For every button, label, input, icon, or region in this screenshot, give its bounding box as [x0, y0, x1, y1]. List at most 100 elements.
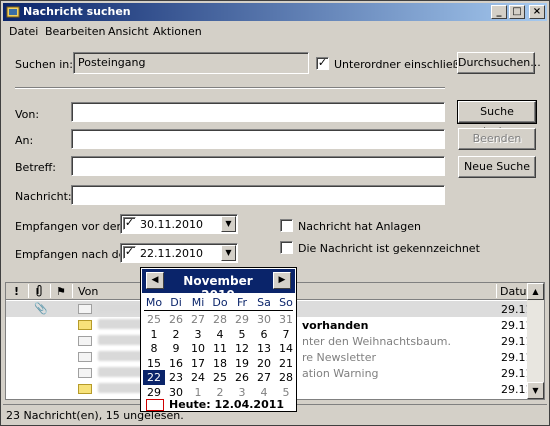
- calendar-day[interactable]: 18: [209, 356, 231, 371]
- from-column-header[interactable]: Von: [78, 285, 98, 298]
- calendar-day[interactable]: 1: [143, 327, 165, 342]
- calendar-popup[interactable]: ◀ November 2010 ▶ Mo Di Mi Do Fr Sa So 25 26 27 2…: [140, 267, 297, 412]
- calendar-day[interactable]: 5: [231, 327, 253, 342]
- calendar-header: ◀ November 2010 ▶: [142, 269, 295, 302]
- column-divider[interactable]: [496, 284, 497, 298]
- calendar-day[interactable]: 19: [231, 356, 253, 371]
- calendar-day[interactable]: 29: [231, 312, 253, 327]
- weekday-label: So: [279, 296, 293, 309]
- calendar-day[interactable]: 8: [143, 341, 165, 356]
- calendar-day[interactable]: 9: [165, 341, 187, 356]
- attachments-label: Nachricht hat Anlagen: [298, 220, 421, 233]
- received-after-checkbox[interactable]: ✓: [123, 246, 136, 259]
- calendar-day[interactable]: 10: [187, 341, 209, 356]
- subject-input[interactable]: [71, 156, 445, 176]
- received-after-date[interactable]: ✓ 22.11.2010 ▼: [120, 243, 238, 263]
- flagged-checkbox[interactable]: [280, 241, 293, 254]
- calendar-day[interactable]: 6: [253, 327, 275, 342]
- sender-redacted: [98, 383, 146, 393]
- vertical-scrollbar[interactable]: ▲ ▼: [527, 283, 544, 399]
- calendar-day[interactable]: 14: [275, 341, 297, 356]
- calendar-day[interactable]: 12: [231, 341, 253, 356]
- received-after-dropdown[interactable]: ▼: [221, 245, 236, 261]
- priority-icon[interactable]: !: [14, 285, 19, 298]
- calendar-day[interactable]: 20: [253, 356, 275, 371]
- title-bar[interactable]: Nachricht suchen _ □ ×: [3, 3, 547, 21]
- search-in-value: Posteingang: [78, 56, 146, 69]
- calendar-day[interactable]: 26: [165, 312, 187, 327]
- browse-button[interactable]: Durchsuchen...: [457, 52, 541, 74]
- calendar-day[interactable]: 24: [187, 370, 209, 385]
- minimize-button[interactable]: _: [491, 5, 507, 19]
- calendar-day[interactable]: 27: [253, 370, 275, 385]
- from-input[interactable]: [71, 102, 445, 122]
- calendar-day[interactable]: 31: [275, 312, 297, 327]
- row-subject: ation Warning: [302, 367, 379, 380]
- calendar-day[interactable]: 28: [275, 370, 297, 385]
- prev-month-button[interactable]: ◀: [146, 272, 164, 289]
- calendar-day[interactable]: 25: [209, 370, 231, 385]
- calendar-day[interactable]: 25: [143, 312, 165, 327]
- subfolders-checkbox[interactable]: ✓: [316, 57, 329, 70]
- stop-button[interactable]: Beenden: [458, 128, 536, 150]
- today-button[interactable]: Heute: 12.04.2011: [169, 398, 284, 411]
- attachments-checkbox[interactable]: [280, 219, 293, 232]
- scroll-down-button[interactable]: ▼: [527, 382, 544, 399]
- weekday-divider: [144, 310, 293, 311]
- flagged-label: Die Nachricht ist gekennzeichnet: [298, 242, 480, 255]
- calendar-day[interactable]: 22: [143, 370, 165, 385]
- start-search-button[interactable]: Suche starten: [457, 100, 537, 138]
- weekday-label: Di: [170, 296, 182, 309]
- calendar-day[interactable]: 11: [209, 341, 231, 356]
- to-input[interactable]: [71, 129, 445, 149]
- calendar-day[interactable]: 21: [275, 356, 297, 371]
- separator: [15, 87, 445, 89]
- menu-actions[interactable]: Aktionen: [153, 25, 202, 38]
- received-after-value: 22.11.2010: [140, 247, 203, 260]
- window-title: Nachricht suchen: [23, 5, 131, 18]
- calendar-day[interactable]: 16: [165, 356, 187, 371]
- attachment-icon[interactable]: [34, 285, 44, 297]
- menu-bar: Datei Bearbeiten Ansicht Aktionen: [3, 22, 547, 40]
- search-in-field: Posteingang: [73, 52, 309, 74]
- menu-file[interactable]: Datei: [9, 25, 38, 38]
- column-divider[interactable]: [72, 284, 73, 298]
- received-before-date[interactable]: ✓ 30.11.2010 ▼: [120, 214, 238, 234]
- new-search-button[interactable]: Neue Suche: [458, 156, 536, 178]
- next-month-button[interactable]: ▶: [273, 272, 291, 289]
- calendar-day[interactable]: 7: [275, 327, 297, 342]
- subfolders-label: Unterordner einschließen: [334, 58, 474, 71]
- calendar-day[interactable]: 23: [165, 370, 187, 385]
- calendar-day[interactable]: 2: [165, 327, 187, 342]
- weekday-label: Fr: [236, 296, 248, 309]
- sender-redacted: [98, 303, 146, 313]
- weekday-label: Do: [212, 296, 228, 309]
- column-divider[interactable]: [28, 284, 29, 298]
- maximize-button[interactable]: □: [509, 5, 525, 19]
- menu-view[interactable]: Ansicht: [108, 25, 149, 38]
- mail-icon: [78, 352, 92, 362]
- close-button[interactable]: ×: [529, 5, 545, 19]
- search-window: Nachricht suchen _ □ × Datei Bearbeiten …: [0, 0, 550, 426]
- column-divider[interactable]: [50, 284, 51, 298]
- calendar-day[interactable]: 13: [253, 341, 275, 356]
- calendar-day[interactable]: 30: [253, 312, 275, 327]
- calendar-day[interactable]: 26: [231, 370, 253, 385]
- calendar-day[interactable]: 3: [187, 327, 209, 342]
- received-before-dropdown[interactable]: ▼: [221, 216, 236, 232]
- mail-icon: [78, 336, 92, 346]
- calendar-day[interactable]: 27: [187, 312, 209, 327]
- menu-edit[interactable]: Bearbeiten: [45, 25, 105, 38]
- calendar-day[interactable]: 4: [209, 327, 231, 342]
- calendar-day[interactable]: 28: [209, 312, 231, 327]
- message-input[interactable]: [71, 185, 445, 205]
- flag-icon[interactable]: ⚑: [56, 285, 66, 298]
- mail-icon: [78, 320, 92, 330]
- calendar-day[interactable]: 29: [143, 385, 165, 400]
- weekday-label: Mi: [191, 296, 205, 309]
- received-before-label: Empfangen vor dem:: [15, 220, 131, 233]
- received-before-checkbox[interactable]: ✓: [123, 217, 136, 230]
- calendar-day[interactable]: 17: [187, 356, 209, 371]
- calendar-day[interactable]: 15: [143, 356, 165, 371]
- scroll-up-button[interactable]: ▲: [527, 283, 544, 300]
